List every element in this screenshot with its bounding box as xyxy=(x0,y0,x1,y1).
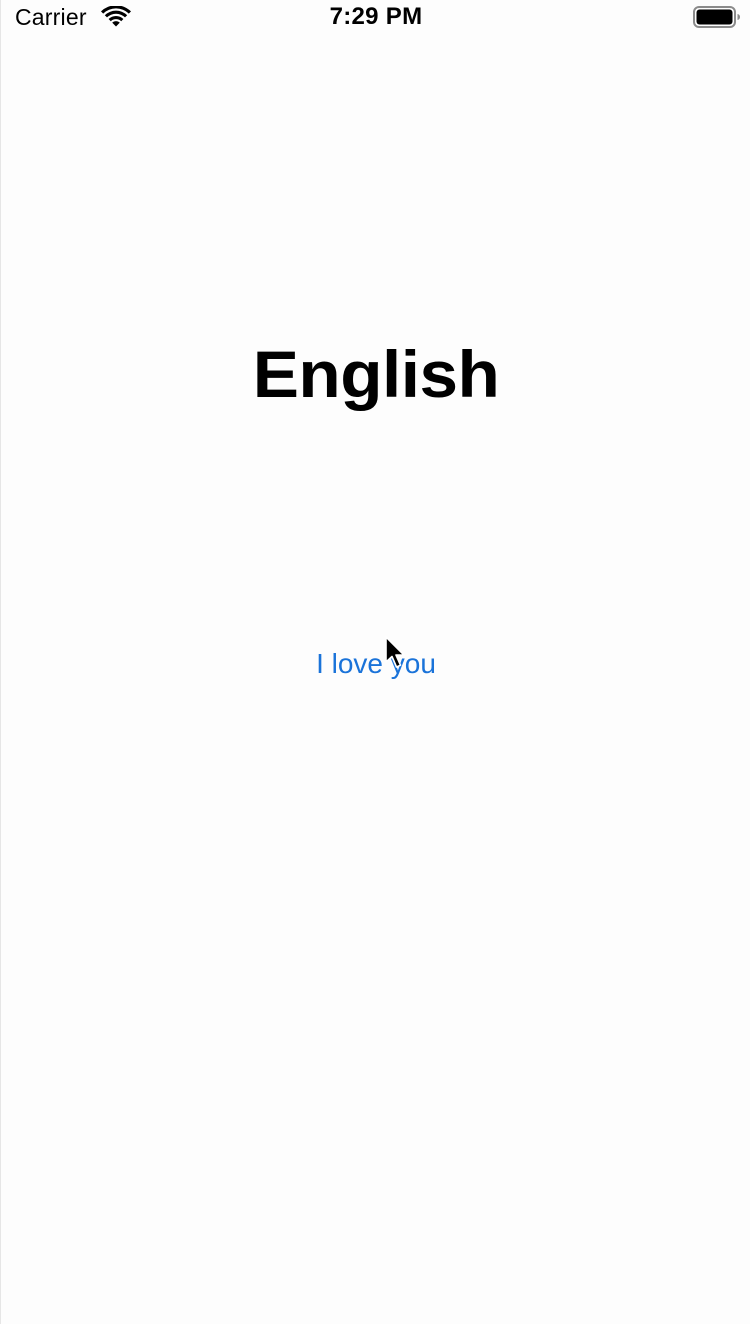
i-love-you-button[interactable]: I love you xyxy=(296,644,456,684)
page-title: English xyxy=(252,337,500,411)
status-bar: Carrier 7:29 PM xyxy=(1,0,750,40)
status-time: 7:29 PM xyxy=(329,3,423,30)
battery-icon xyxy=(693,6,740,28)
app-screen: Carrier 7:29 PM English I love you xyxy=(0,0,750,1324)
